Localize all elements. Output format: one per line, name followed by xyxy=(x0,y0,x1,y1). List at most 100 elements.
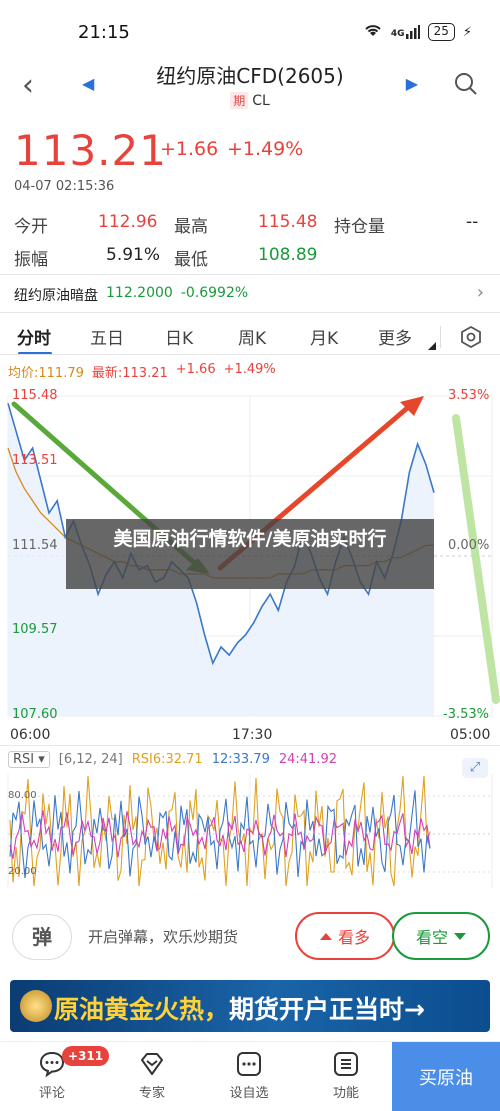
y-tick-left: 113.51 xyxy=(12,453,58,468)
page-title: 纽约原油CFD(2605) xyxy=(156,64,344,88)
chevron-right-icon[interactable]: › xyxy=(477,282,484,303)
banner-highlight: 原油黄金火热， xyxy=(54,995,230,1024)
gold-coin-icon xyxy=(20,990,52,1022)
bullish-button[interactable]: 看多 xyxy=(295,912,395,960)
low-label: 最低 xyxy=(174,250,208,270)
stats-row-1: 今开 112.96 最高 115.48 持仓量 -- xyxy=(14,212,486,245)
bottom-nav: 评论 +311 专家 设自选 功能 买原油 xyxy=(0,1041,500,1111)
search-icon[interactable] xyxy=(454,72,478,96)
nav-features-label: 功能 xyxy=(332,1086,359,1101)
tab-intraday[interactable]: 分时 xyxy=(17,324,51,349)
add-watchlist-icon xyxy=(237,1052,261,1076)
open-interest-value: -- xyxy=(466,212,479,232)
green-down-stroke xyxy=(452,414,500,704)
rsi-level: 80.00 xyxy=(8,790,37,801)
y-tick-right: 0.00% xyxy=(448,538,490,553)
tab-five-day[interactable]: 五日 xyxy=(90,324,124,349)
high-value: 115.48 xyxy=(258,212,318,232)
rsi-legend: RSI ▾ [6,12, 24] RSI6:32.71 12:33.79 24:… xyxy=(8,751,337,768)
rsi12-value: 12:33.79 xyxy=(211,752,270,767)
amplitude-label: 振幅 xyxy=(14,250,48,270)
change-legend: +1.66 xyxy=(175,362,216,377)
rsi-chart[interactable] xyxy=(0,770,500,895)
dark-pool-price: 112.2000 xyxy=(106,285,173,301)
open-interest-label: 持仓量 xyxy=(334,217,385,237)
nav-comment-label: 评论 xyxy=(38,1086,65,1101)
bearish-label: 看空 xyxy=(415,928,448,947)
nav-expert-label: 专家 xyxy=(138,1086,165,1101)
avg-price-legend: 均价:111.79 xyxy=(8,366,84,381)
down-triangle-icon xyxy=(454,932,466,940)
divider xyxy=(440,326,441,348)
bearish-button[interactable]: 看空 xyxy=(392,912,490,960)
tab-more[interactable]: 更多 xyxy=(378,324,412,349)
buy-oil-button[interactable]: 买原油 xyxy=(392,1042,500,1111)
divider xyxy=(0,312,500,313)
status-icons: 4G 25 ⚡ xyxy=(363,22,472,42)
time-tick: 06:00 xyxy=(10,727,51,743)
price-change: +1.66 xyxy=(160,138,219,160)
rsi-level: 20.00 xyxy=(8,866,37,877)
dark-pool-row[interactable]: 纽约原油暗盘 112.2000 -0.6992% xyxy=(14,285,248,305)
cellular-signal-icon: 4G xyxy=(391,25,420,39)
amplitude-value: 5.91% xyxy=(106,245,161,265)
dark-pool-change: -0.6992% xyxy=(180,285,249,301)
clock: 21:15 xyxy=(78,22,130,43)
high-label: 最高 xyxy=(174,217,208,237)
y-tick-right: 3.53% xyxy=(448,388,490,403)
promo-banner[interactable]: 原油黄金火热，期货开户正当时→ xyxy=(10,980,490,1032)
settings-hexagon-icon[interactable] xyxy=(460,325,482,349)
rsi24-value: 24:41.92 xyxy=(278,752,337,767)
stats-panel: 今开 112.96 最高 115.48 持仓量 -- 振幅 5.91% 最低 1… xyxy=(14,212,486,278)
last-price-legend: 最新:113.21 xyxy=(91,366,168,381)
comment-row: 弹 开启弹幕，欢乐炒期货 看多 看空 xyxy=(0,908,500,966)
tab-weekly-k[interactable]: 周K xyxy=(238,324,266,349)
next-contract-icon[interactable]: ▶ xyxy=(406,74,418,93)
dark-pool-label: 纽约原油暗盘 xyxy=(14,288,98,304)
caption-overlay: 美国原油行情软件/美原油实时行 xyxy=(66,519,434,589)
y-tick-left: 107.60 xyxy=(12,707,58,722)
price-change-percent: +1.49% xyxy=(227,138,304,160)
menu-list-icon xyxy=(334,1052,358,1076)
y-tick-right: -3.53% xyxy=(443,707,489,722)
rsi-params: [6,12, 24] xyxy=(58,752,123,767)
status-bar: 21:15 4G 25 ⚡ xyxy=(0,0,500,60)
banner-cta: 期货开户正当时→ xyxy=(229,995,425,1024)
chart-period-tabs: 分时 五日 日K 周K 月K 更多 xyxy=(0,320,500,355)
open-value: 112.96 xyxy=(98,212,158,232)
network-type: 4G xyxy=(390,29,405,39)
rsi6-value: RSI6:32.71 xyxy=(131,752,203,767)
diamond-icon xyxy=(141,1053,163,1075)
nav-expert[interactable]: 专家 xyxy=(122,1050,182,1101)
caption-text: 美国原油行情软件/美原油实时行 xyxy=(113,528,387,550)
time-tick: 17:30 xyxy=(232,727,273,743)
tab-daily-k[interactable]: 日K xyxy=(165,324,193,349)
nav-features[interactable]: 功能 xyxy=(316,1050,376,1101)
y-tick-left: 111.54 xyxy=(12,538,58,553)
banner-text: 原油黄金火热，期货开户正当时→ xyxy=(54,990,425,1026)
symbol-code: CL xyxy=(252,93,270,109)
change-pct-legend: +1.49% xyxy=(223,362,276,377)
time-tick: 05:00 xyxy=(450,727,491,743)
indicator-select-label: RSI xyxy=(13,752,35,767)
danmu-toggle-button[interactable]: 弹 xyxy=(12,914,72,960)
contract-code: 期 CL xyxy=(0,92,500,109)
battery-indicator: 25 xyxy=(427,23,455,41)
quote-timestamp: 04-07 02:15:36 xyxy=(14,179,115,194)
y-tick-left: 109.57 xyxy=(12,622,58,637)
comment-count-badge: +311 xyxy=(62,1046,110,1066)
nav-watchlist-label: 设自选 xyxy=(229,1086,269,1101)
nav-watchlist[interactable]: 设自选 xyxy=(219,1050,279,1101)
header: ‹ ◀ 纽约原油CFD(2605) 期 CL ▶ xyxy=(0,60,500,118)
divider xyxy=(0,745,500,746)
more-dropdown-icon xyxy=(428,342,436,350)
bullish-label: 看多 xyxy=(337,928,370,947)
wifi-icon xyxy=(363,22,383,42)
indicator-select[interactable]: RSI ▾ xyxy=(8,751,50,768)
divider xyxy=(0,354,500,355)
divider xyxy=(0,274,500,275)
danmu-input[interactable]: 开启弹幕，欢乐炒期货 xyxy=(88,926,238,947)
open-label: 今开 xyxy=(14,217,48,237)
tab-monthly-k[interactable]: 月K xyxy=(310,324,338,349)
futures-tag: 期 xyxy=(230,92,249,109)
